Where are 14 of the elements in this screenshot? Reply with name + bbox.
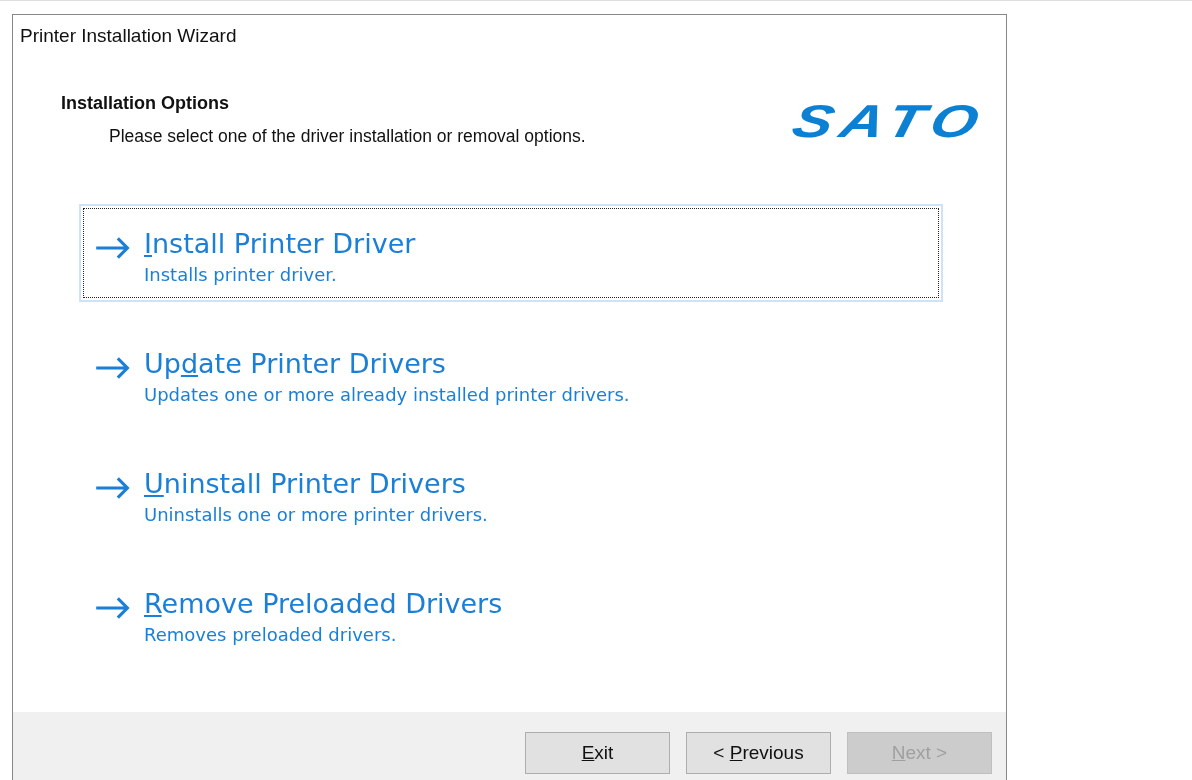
wizard-button[interactable]: < Previous <box>686 732 831 774</box>
arrow-icon <box>94 356 132 380</box>
wizard-button[interactable]: Exit <box>525 732 670 774</box>
arrow-icon <box>94 236 132 260</box>
section-subtitle: Please select one of the driver installation or removal options. <box>109 126 586 147</box>
section-title: Installation Options <box>61 93 230 114</box>
option-link[interactable]: Install Printer Driver Installs printer driver. <box>79 204 943 302</box>
arrow-icon <box>94 476 132 500</box>
arrow-icon <box>94 596 132 620</box>
window-title: Printer Installation Wizard <box>19 24 238 48</box>
logo: SATO <box>788 97 992 145</box>
option-link[interactable]: Update Printer Drivers Updates one or more already installed printer drivers. <box>79 324 943 422</box>
option-link[interactable]: Remove Preloaded Drivers Removes preloaded drivers. <box>79 564 943 662</box>
option-link[interactable]: Uninstall Printer Drivers Uninstalls one or more printer drivers. <box>79 444 943 542</box>
